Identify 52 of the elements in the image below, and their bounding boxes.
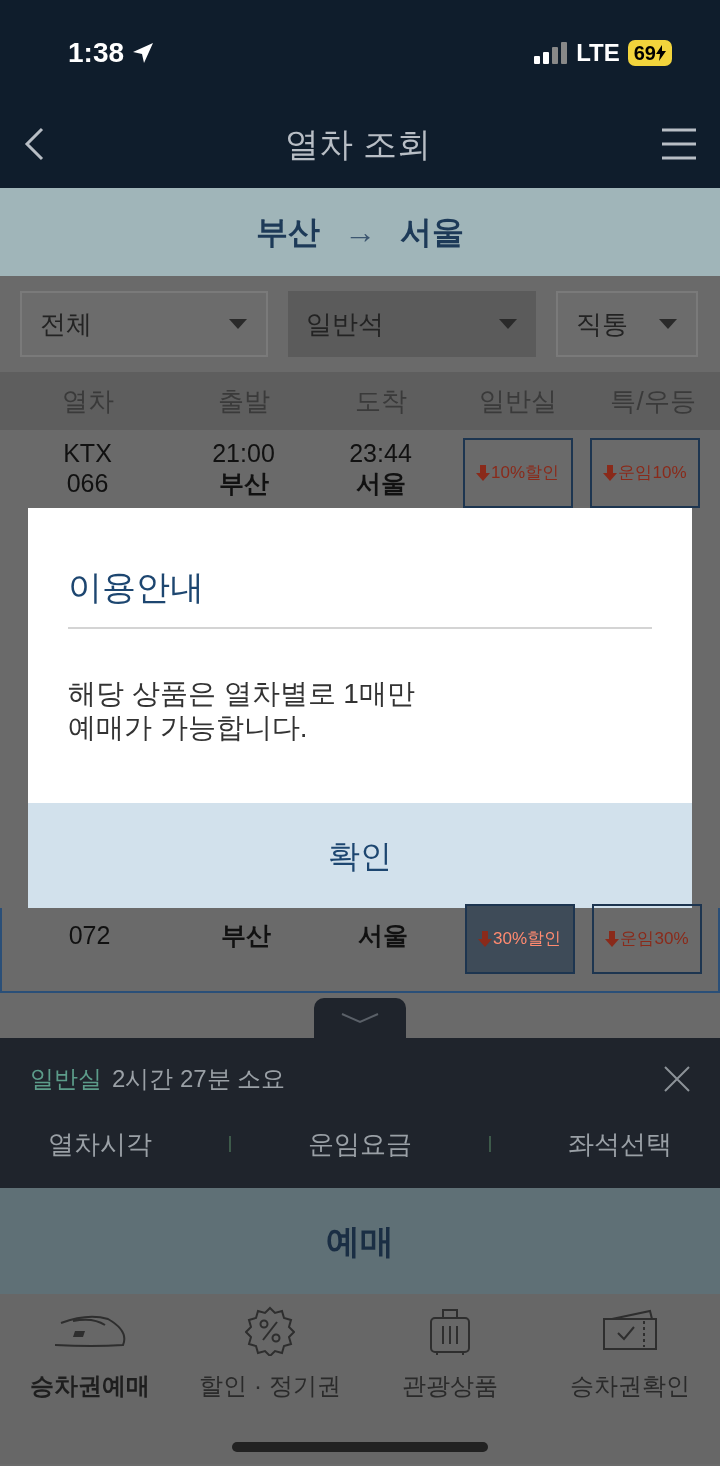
departure-station: 부산 xyxy=(218,468,269,498)
dialog-message: 해당 상품은 열차별로 1매만 예매가 가능합니다. xyxy=(68,677,416,745)
down-arrow-icon xyxy=(603,465,618,481)
nav-tab[interactable]: 할인 · 정기권 xyxy=(180,1304,360,1404)
confirm-button[interactable]: 확인 xyxy=(28,803,692,908)
screen-title: 열차 조회 xyxy=(285,123,431,165)
menu-button[interactable] xyxy=(662,127,696,161)
arrival-station: 서울 xyxy=(355,468,406,498)
summary-tab[interactable]: 열차시각 xyxy=(28,1124,173,1164)
down-arrow-icon xyxy=(476,465,490,481)
departure-station: 부산 xyxy=(220,920,271,950)
arrival-station: 서울 xyxy=(400,213,464,252)
fare-button[interactable]: 운임10% xyxy=(590,438,700,508)
fare-button[interactable]: 10%할인 xyxy=(462,438,573,508)
close-button[interactable] xyxy=(664,1066,690,1092)
nav-tab[interactable]: 관광상품 xyxy=(360,1304,540,1404)
down-arrow-icon xyxy=(478,931,492,947)
suitcase-icon xyxy=(429,1306,471,1356)
down-arrow-icon xyxy=(605,931,620,947)
summary-tab[interactable]: 운임요금 xyxy=(288,1124,432,1164)
discount-badge-icon xyxy=(245,1306,295,1356)
train-type: KTX xyxy=(63,438,112,468)
filter-dropdown[interactable]: 전체 xyxy=(20,291,268,357)
filter-dropdown[interactable]: 직통 xyxy=(556,291,698,357)
fare-button[interactable]: 운임30% xyxy=(592,904,702,974)
signal-icon xyxy=(534,42,569,64)
ticket-check-icon xyxy=(602,1309,658,1353)
arrival-time: 23:44 xyxy=(349,438,412,468)
nav-tab[interactable]: 승차권확인 xyxy=(540,1304,720,1404)
battery-indicator: 69 xyxy=(627,40,672,66)
clock-time: 1:38 xyxy=(68,36,125,70)
seat-class: 일반실 xyxy=(30,1064,102,1094)
train-row[interactable]: KTX 066 21:00 부산 23:44 서울 10%할인 운임10% xyxy=(0,430,720,510)
summary-tab[interactable]: 좌석선택 xyxy=(547,1124,692,1164)
route-arrow: → xyxy=(344,213,376,252)
dropdown-caret-icon xyxy=(228,318,248,330)
train-number: 066 xyxy=(66,468,109,498)
dropdown-caret-icon xyxy=(498,318,518,330)
location-arrow-icon xyxy=(132,42,155,64)
network-type: LTE xyxy=(576,38,620,68)
collapse-handle[interactable] xyxy=(314,998,406,1038)
arrival-station: 서울 xyxy=(357,920,408,950)
train-number: 072 xyxy=(68,920,111,950)
dialog-title: 이용안내 xyxy=(68,568,204,606)
departure-time: 21:00 xyxy=(212,438,275,468)
filter-dropdown[interactable]: 일반석 xyxy=(288,291,536,357)
travel-duration: 2시간 27분 소요 xyxy=(112,1064,286,1094)
nav-tab[interactable]: 승차권예매 xyxy=(0,1304,180,1404)
departure-station: 부산 xyxy=(256,213,320,252)
fare-button[interactable]: 30%할인 xyxy=(464,904,575,974)
book-button[interactable]: 예매 xyxy=(0,1188,720,1294)
dropdown-caret-icon xyxy=(658,318,678,330)
